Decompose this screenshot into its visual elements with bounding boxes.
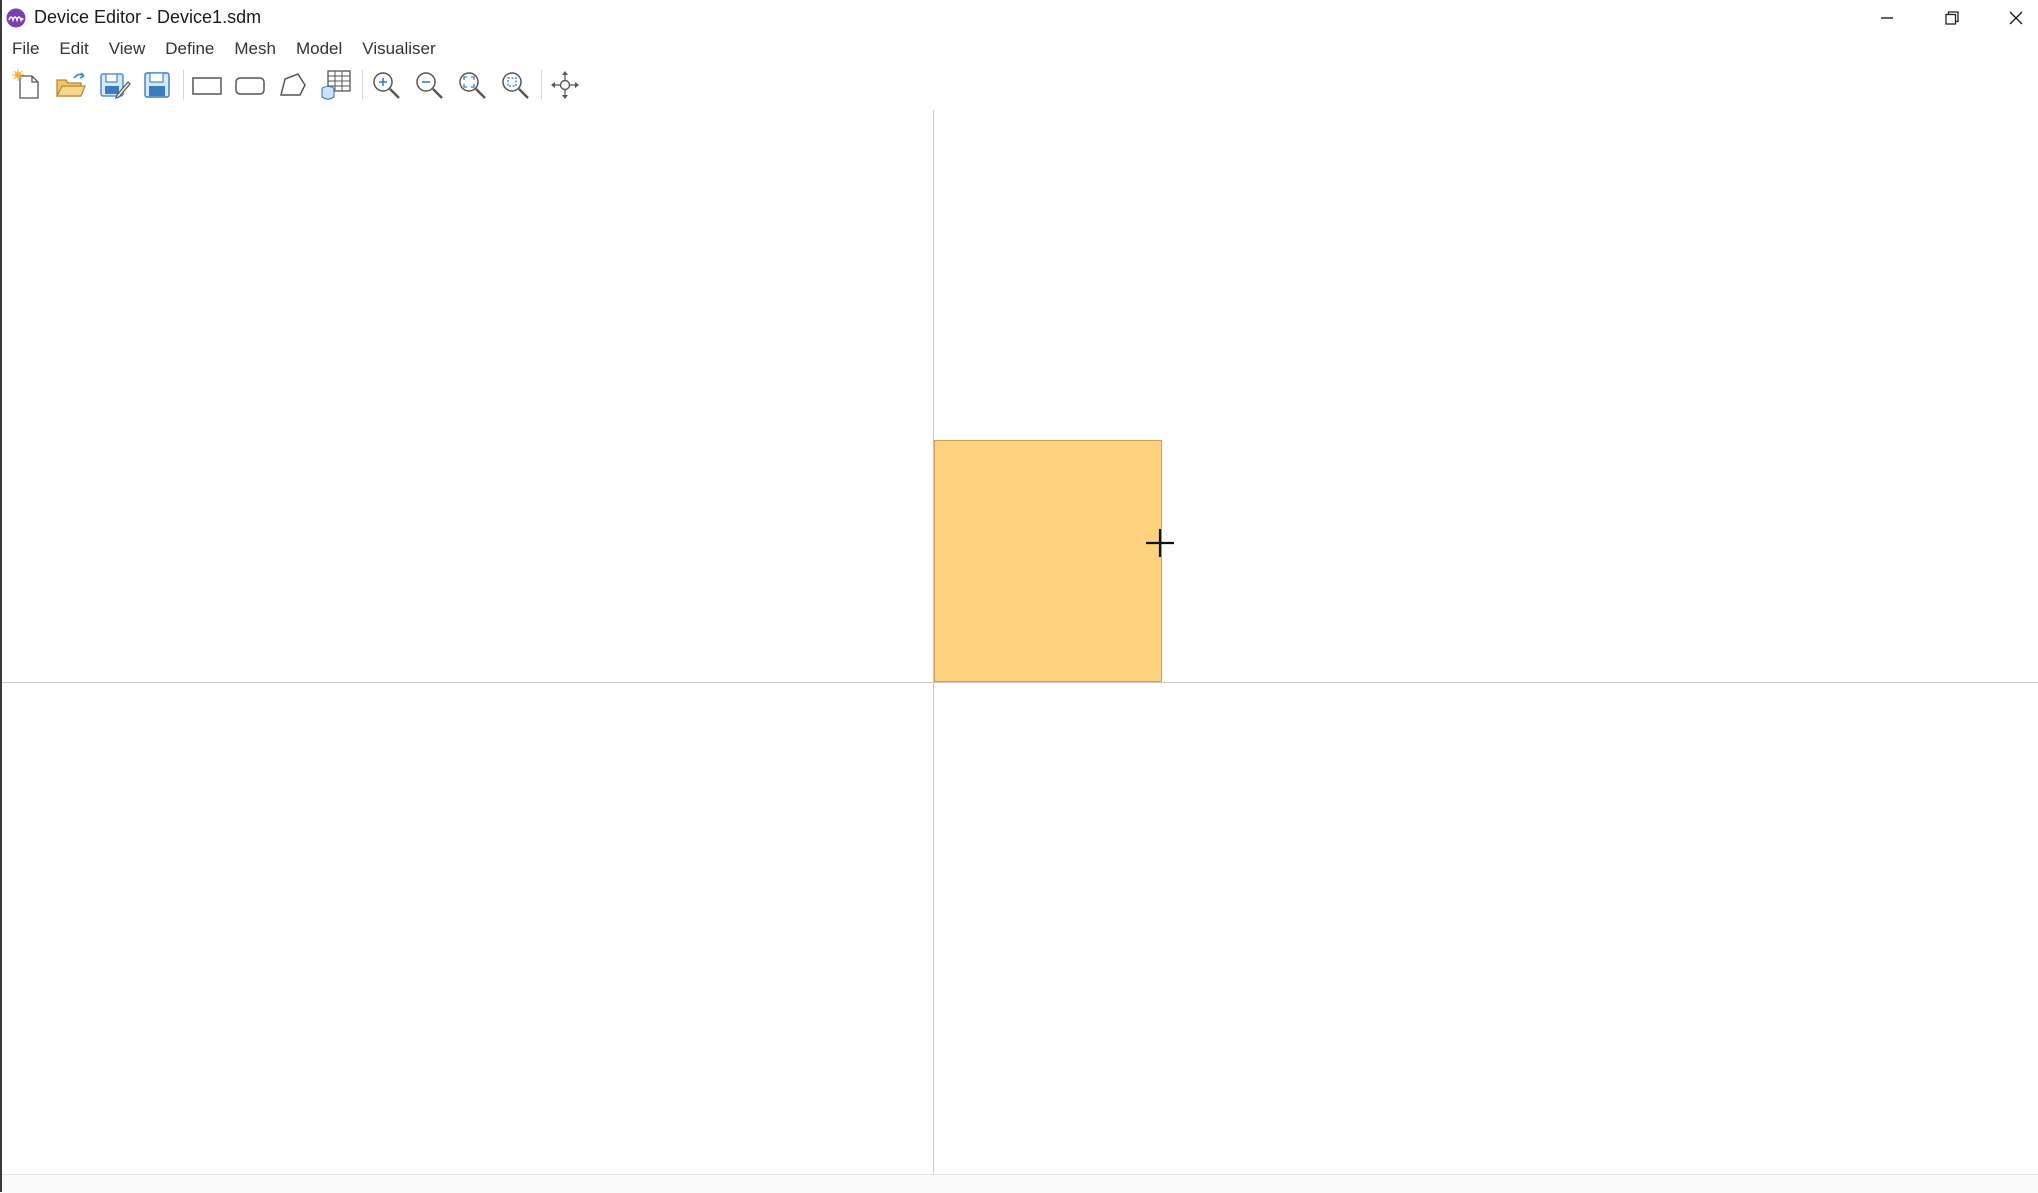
pan-icon xyxy=(551,71,579,99)
open-button[interactable] xyxy=(53,67,89,103)
close-icon xyxy=(2009,11,2023,25)
minimize-button[interactable] xyxy=(1855,0,1919,36)
x-axis-line xyxy=(2,682,2038,683)
save-as-icon xyxy=(100,73,131,99)
toolbar-separator xyxy=(541,70,542,100)
menu-mesh[interactable]: Mesh xyxy=(224,37,286,61)
zoom-in-button[interactable] xyxy=(368,67,404,103)
pan-button[interactable] xyxy=(547,67,583,103)
draw-polygon-icon xyxy=(280,73,306,96)
zoom-window-icon xyxy=(502,72,529,99)
toolbar-separator xyxy=(183,70,184,100)
menu-view[interactable]: View xyxy=(99,37,156,61)
zoom-out-button[interactable] xyxy=(411,67,447,103)
zoom-in-icon xyxy=(373,72,400,99)
crosshair-cursor-icon xyxy=(1146,529,1174,557)
menu-file[interactable]: File xyxy=(2,37,49,61)
window-title: Device Editor - Device1.sdm xyxy=(34,7,262,27)
draw-polygon-button[interactable] xyxy=(275,67,311,103)
device-editor-window: Device Editor - Device1.sdm File Edit Vi… xyxy=(0,0,2038,1193)
drawing-canvas[interactable] xyxy=(2,110,2038,1174)
menu-visualiser[interactable]: Visualiser xyxy=(352,37,445,61)
app-icon xyxy=(6,8,26,28)
new-file-icon xyxy=(12,69,39,99)
open-folder-icon xyxy=(56,72,86,97)
zoom-window-button[interactable] xyxy=(497,67,533,103)
zoom-fit-button[interactable] xyxy=(454,67,490,103)
draw-rectangle-icon xyxy=(192,77,222,95)
close-button[interactable] xyxy=(1984,0,2038,36)
save-button[interactable] xyxy=(139,67,175,103)
menu-model[interactable]: Model xyxy=(286,37,352,61)
device-region-rectangle[interactable] xyxy=(934,440,1162,682)
draw-rounded-rectangle-icon xyxy=(235,77,265,95)
layer-table-icon xyxy=(321,70,351,100)
minimize-icon xyxy=(1881,17,1893,19)
title-bar[interactable]: Device Editor - Device1.sdm xyxy=(2,0,2038,36)
menu-define[interactable]: Define xyxy=(155,37,224,61)
toolbar xyxy=(2,64,2038,106)
draw-rectangle-button[interactable] xyxy=(189,67,225,103)
restore-icon xyxy=(1945,11,1959,25)
menu-bar: File Edit View Define Mesh Model Visuali… xyxy=(2,36,2038,62)
save-icon xyxy=(144,72,170,98)
status-bar xyxy=(2,1174,2038,1193)
draw-rounded-rectangle-button[interactable] xyxy=(232,67,268,103)
menu-edit[interactable]: Edit xyxy=(49,37,98,61)
save-as-button[interactable] xyxy=(96,67,132,103)
toolbar-separator xyxy=(362,70,363,100)
layer-table-button[interactable] xyxy=(318,67,354,103)
zoom-fit-icon xyxy=(459,72,486,99)
restore-button[interactable] xyxy=(1920,0,1984,36)
zoom-out-icon xyxy=(416,72,443,99)
new-file-button[interactable] xyxy=(10,67,46,103)
